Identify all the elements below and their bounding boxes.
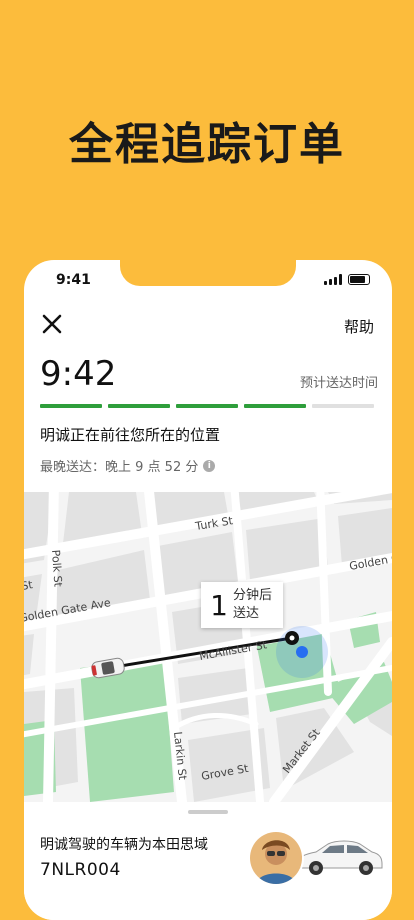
close-icon [42,314,62,334]
eta-bubble-text: 分钟后 送达 [233,587,272,623]
progress-segment [244,404,306,408]
eta-bubble-line1: 分钟后 [233,588,273,603]
vehicle-description: 明诚驾驶的车辆为本田思域 [40,837,208,853]
driver-sheet[interactable]: 明诚驾驶的车辆为本田思域 7NLR004 [24,802,392,920]
eta-bubble: 1 分钟后 送达 [201,582,283,628]
progress-segment [312,404,374,408]
latest-delivery: 最晚送达：晚上 9 点 52 分 i [40,456,216,475]
eta-minutes: 1 [210,588,228,622]
status-time: 9:41 [56,272,91,288]
latest-delivery-text: 最晚送达：晚上 9 点 52 分 [40,460,199,475]
license-plate: 7NLR004 [40,860,121,880]
signal-icon [324,274,342,285]
close-button[interactable] [40,312,64,336]
trip-status-text: 明诚正在前往您所在的位置 [40,426,221,444]
progress-segment [176,404,238,408]
driver-avatar[interactable] [248,830,304,886]
vehicle-image [297,840,383,875]
user-location-icon [276,626,328,678]
street-label: Polk St [49,549,65,588]
trip-progress-bar [40,404,374,408]
eta-time: 9:42 [40,354,117,394]
destination-pin-icon [285,631,299,645]
progress-segment [108,404,170,408]
sheet-grabber[interactable] [188,810,228,814]
phone-screen: 9:41 帮助 9:42 预计送达时间 明诚正在前往您所在的位置 最晚送达：晚上… [24,260,392,920]
eta-bubble-line2: 送达 [233,606,260,621]
status-icons [324,274,370,285]
info-icon[interactable]: i [203,459,216,472]
eta-label: 预计送达时间 [299,376,378,391]
battery-icon [348,274,370,285]
map-view[interactable]: Turk St Polk St Golden Gate Ave McAllist… [24,492,392,802]
help-button[interactable]: 帮助 [344,316,374,337]
phone-notch [120,260,296,286]
promo-title: 全程追踪订单 [69,119,345,170]
progress-segment [40,404,102,408]
